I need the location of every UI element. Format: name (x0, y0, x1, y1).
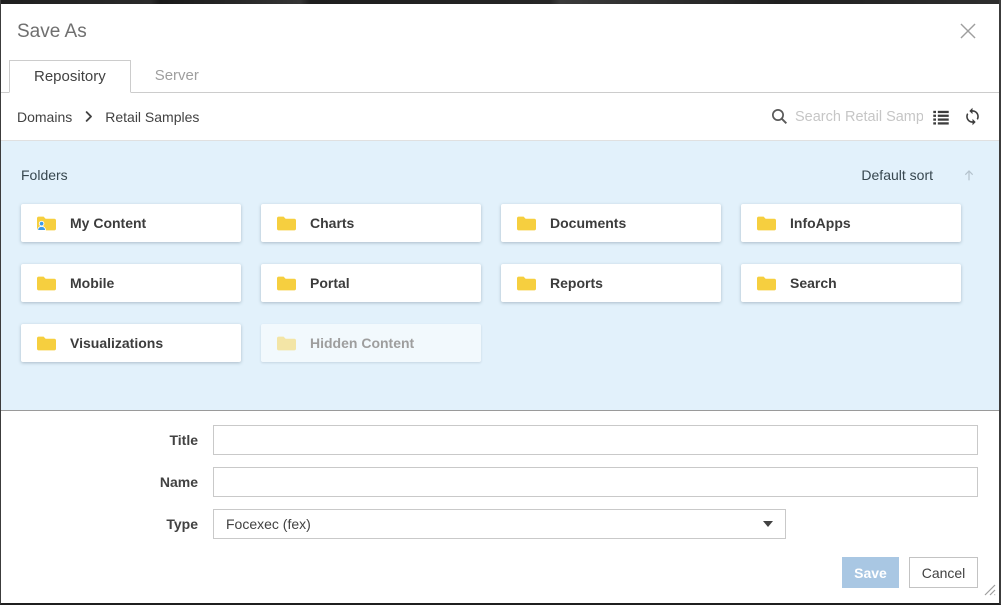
folders-heading: Folders (21, 167, 68, 183)
title-label: Title (1, 432, 198, 448)
folder-grid: My Content Charts Documents InfoApps (21, 204, 979, 362)
search-input[interactable] (795, 109, 923, 125)
title-row: Title (1, 425, 978, 455)
save-button[interactable]: Save (842, 557, 899, 588)
cancel-button[interactable]: Cancel (909, 557, 978, 588)
close-button[interactable] (953, 18, 983, 48)
breadcrumb-toolbar-row: Domains Retail Samples (1, 93, 999, 140)
folder-icon (36, 275, 57, 292)
folders-panel-header: Folders Default sort (1, 141, 999, 183)
folder-icon (756, 215, 777, 232)
folder-icon (516, 275, 537, 292)
resize-grip-icon[interactable] (983, 583, 996, 601)
tab-repository[interactable]: Repository (9, 60, 131, 93)
sort-control: Default sort (861, 167, 977, 183)
tab-server-label: Server (155, 67, 199, 84)
close-icon (955, 18, 981, 49)
breadcrumb-item-domains[interactable]: Domains (17, 109, 72, 125)
folder-icon (36, 335, 57, 352)
chevron-right-icon (81, 109, 96, 124)
caret-down-icon (763, 521, 773, 527)
folder-icon (276, 215, 297, 232)
folder-label: Search (790, 275, 837, 291)
folder-icon (516, 215, 537, 232)
save-form: Title Name Type Focexec (fex) Save Cance… (1, 411, 999, 588)
type-row: Type Focexec (fex) (1, 509, 978, 539)
folder-icon (276, 275, 297, 292)
dialog-header: Save As (1, 4, 999, 60)
folder-label: Mobile (70, 275, 114, 291)
folder-label: Documents (550, 215, 626, 231)
folder-tile-portal[interactable]: Portal (261, 264, 481, 302)
folder-label: Hidden Content (310, 335, 414, 351)
folder-tile-reports[interactable]: Reports (501, 264, 721, 302)
folder-icon (756, 275, 777, 292)
folder-tile-charts[interactable]: Charts (261, 204, 481, 242)
folder-label: My Content (70, 215, 146, 231)
name-label: Name (1, 474, 198, 490)
folder-label: InfoApps (790, 215, 851, 231)
type-select[interactable]: Focexec (fex) (213, 509, 786, 539)
dialog-title: Save As (17, 21, 87, 43)
name-input[interactable] (213, 467, 978, 497)
tab-repository-label: Repository (34, 68, 106, 85)
search-icon[interactable] (770, 107, 789, 126)
sort-arrow-up-icon[interactable] (961, 167, 977, 183)
folder-label: Portal (310, 275, 350, 291)
folder-icon (276, 335, 297, 352)
tab-server[interactable]: Server (131, 59, 223, 92)
list-view-icon[interactable] (928, 104, 954, 130)
folder-user-icon (36, 215, 57, 232)
title-input[interactable] (213, 425, 978, 455)
refresh-icon[interactable] (959, 104, 985, 130)
breadcrumb-item-retail-samples[interactable]: Retail Samples (105, 109, 199, 125)
save-as-dialog: Save As Repository Server Domains Retail… (0, 0, 1001, 605)
sort-label[interactable]: Default sort (861, 167, 933, 183)
folder-label: Charts (310, 215, 354, 231)
folder-tile-documents[interactable]: Documents (501, 204, 721, 242)
folder-tile-mobile[interactable]: Mobile (21, 264, 241, 302)
folder-tile-my-content[interactable]: My Content (21, 204, 241, 242)
type-select-value: Focexec (fex) (226, 516, 311, 532)
folder-label: Visualizations (70, 335, 163, 351)
folder-label: Reports (550, 275, 603, 291)
folder-tile-visualizations[interactable]: Visualizations (21, 324, 241, 362)
folder-tile-search[interactable]: Search (741, 264, 961, 302)
folder-tile-hidden-content[interactable]: Hidden Content (261, 324, 481, 362)
tab-bar: Repository Server (1, 60, 999, 93)
folders-panel: Folders Default sort My Content Charts (1, 140, 999, 410)
type-label: Type (1, 516, 198, 532)
toolbar (770, 104, 985, 130)
name-row: Name (1, 467, 978, 497)
folder-tile-infoapps[interactable]: InfoApps (741, 204, 961, 242)
dialog-actions: Save Cancel (1, 557, 999, 588)
